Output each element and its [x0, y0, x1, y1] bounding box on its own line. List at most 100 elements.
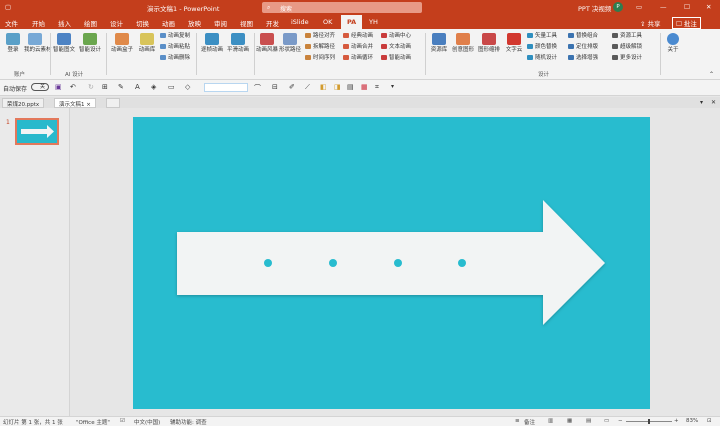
doc-tab-2[interactable]: 演示文稿1 × — [54, 98, 96, 108]
tab-ok[interactable]: OK — [323, 18, 332, 26]
tab-pa[interactable]: PA — [341, 15, 363, 29]
minimize-icon[interactable]: — — [660, 3, 667, 11]
tab-design[interactable]: 设计 — [110, 18, 123, 28]
frame-anim-button[interactable]: 逐帧动画 — [200, 33, 224, 53]
language[interactable]: 中文(中国) — [134, 418, 160, 426]
new-tab-button[interactable] — [106, 98, 120, 108]
more-design-button[interactable]: 更多设计 — [612, 55, 642, 62]
shape-shrink-button[interactable]: 图形缩排 — [477, 33, 501, 53]
slide-thumbnail[interactable] — [15, 118, 59, 145]
save-icon[interactable]: ▣ — [55, 83, 62, 91]
anim-delete-button[interactable]: 动画删除 — [160, 55, 190, 62]
tabs-close-icon[interactable]: ✕ — [711, 99, 716, 106]
group-icon[interactable]: ◧ — [320, 83, 327, 91]
spellcheck-icon[interactable]: ☑ — [120, 418, 125, 424]
tab-review[interactable]: 审阅 — [214, 18, 227, 28]
anim-storm-button[interactable]: 动画风暴 — [256, 33, 278, 53]
autosave-toggle[interactable]: 关 — [31, 83, 49, 91]
time-sequence-button[interactable]: 时间序列 — [305, 55, 335, 62]
select-enhance-button[interactable]: 选择增强 — [568, 55, 598, 62]
search-box[interactable]: ⌕ 搜索 — [262, 2, 422, 13]
anim-paste-button[interactable]: 动画粘贴 — [160, 44, 190, 51]
zoom-level[interactable]: 83% — [686, 418, 698, 424]
anim-center-button[interactable]: 动画中心 — [381, 33, 411, 40]
eyedropper-icon[interactable]: ⟋ — [305, 83, 310, 92]
redo-icon[interactable]: ↻ — [88, 83, 94, 91]
text-color-icon[interactable]: A — [135, 83, 140, 91]
slide-sorter-icon[interactable]: ▦ — [567, 418, 572, 424]
zoom-out-icon[interactable]: − — [618, 418, 623, 424]
fill-color-icon[interactable]: ◈ — [151, 83, 156, 91]
tab-view[interactable]: 视图 — [240, 18, 253, 28]
super-unlock-button[interactable]: 超级解锁 — [612, 44, 642, 51]
split-path-button[interactable]: 拆解路径 — [305, 44, 335, 51]
path-align-button[interactable]: 路径对齐 — [305, 33, 335, 40]
zoom-in-icon[interactable]: + — [674, 418, 679, 424]
word-cloud-button[interactable]: 文字云 — [503, 33, 525, 53]
maximize-icon[interactable]: ☐ — [684, 3, 690, 11]
random-design-button[interactable]: 随机设计 — [527, 55, 557, 62]
collapse-ribbon-icon[interactable]: ⌃ — [709, 71, 714, 78]
avatar[interactable]: P — [613, 2, 623, 12]
smart-design-button[interactable]: 智能设计 — [78, 33, 102, 53]
picture-icon[interactable]: ▦ — [361, 83, 368, 91]
format-painter-icon[interactable]: ✎ — [118, 83, 124, 91]
arrow-dot[interactable] — [458, 259, 466, 267]
arrow-dot[interactable] — [264, 259, 272, 267]
align-icon[interactable]: ⊟ — [272, 83, 278, 91]
bring-front-icon[interactable]: ▤ — [347, 83, 354, 91]
more-commands-icon[interactable]: ▾ — [391, 83, 394, 90]
fit-slide-icon[interactable]: ⊡ — [707, 418, 712, 424]
smooth-anim-button[interactable]: 平滑动画 — [226, 33, 250, 53]
anim-box-button[interactable]: 动画盒子 — [110, 33, 134, 53]
ungroup-icon[interactable]: ◨ — [334, 83, 341, 91]
tab-file[interactable]: 文件 — [5, 18, 18, 28]
resource-tools-button[interactable]: 资源工具 — [612, 33, 642, 40]
resource-library-button[interactable]: 资源库 — [428, 33, 450, 53]
doc-tab-1[interactable]: 荣煤20.pptx — [2, 98, 45, 108]
user-name[interactable]: PPT 决视频 — [578, 3, 611, 13]
smart-anim-button[interactable]: 智能动画 — [381, 55, 411, 62]
right-arrow-shape[interactable] — [177, 200, 605, 325]
arrow-dot[interactable] — [329, 259, 337, 267]
tab-slideshow[interactable]: 放映 — [188, 18, 201, 28]
color-replace-button[interactable]: 颜色替换 — [527, 44, 557, 51]
normal-view-icon[interactable]: ▥ — [548, 418, 553, 424]
shape-path-button[interactable]: 形状路径 — [279, 33, 301, 53]
anim-merge-button[interactable]: 动画合并 — [343, 44, 373, 51]
accessibility[interactable]: 辅助功能: 调查 — [170, 418, 207, 426]
anim-copy-button[interactable]: 动画复制 — [160, 33, 190, 40]
classic-anim-button[interactable]: 经典动画 — [343, 33, 373, 40]
arrow-dot[interactable] — [394, 259, 402, 267]
comments-button[interactable]: ☐ 批注 — [672, 17, 701, 29]
vector-tools-button[interactable]: 矢量工具 — [527, 33, 557, 40]
crop-icon[interactable]: ⌗ — [375, 83, 379, 92]
anim-loop-button[interactable]: 动画循环 — [343, 55, 373, 62]
tab-yh[interactable]: YH — [369, 18, 378, 26]
tab-islide[interactable]: iSlide — [291, 18, 309, 26]
font-size-combo[interactable] — [204, 83, 248, 92]
autosave-icon[interactable]: ▢ — [5, 3, 11, 11]
login-button[interactable]: 登录 — [3, 33, 23, 53]
anim-library-button[interactable]: 动画库 — [136, 33, 158, 53]
ribbon-display-icon[interactable]: ▭ — [636, 3, 642, 11]
tab-animations[interactable]: 动画 — [162, 18, 175, 28]
cloud-assets-button[interactable]: 我的云素材 — [24, 33, 52, 53]
slide[interactable] — [133, 117, 650, 409]
start-show-icon[interactable]: ⊞ — [102, 83, 108, 91]
about-button[interactable]: 关于 — [664, 33, 682, 53]
position-layout-button[interactable]: 定位排版 — [568, 44, 598, 51]
undo-icon[interactable]: ↶ — [70, 83, 76, 91]
creative-shape-button[interactable]: 创意图形 — [451, 33, 475, 53]
replace-combo-button[interactable]: 替换组合 — [568, 33, 598, 40]
pen-icon[interactable]: ✐ — [289, 83, 295, 91]
reading-view-icon[interactable]: ▤ — [586, 418, 591, 424]
tab-home[interactable]: 开始 — [32, 18, 45, 28]
smart-graphic-button[interactable]: 智能图文 — [52, 33, 76, 53]
tab-transitions[interactable]: 切换 — [136, 18, 149, 28]
shape-outline-icon[interactable]: ▭ — [168, 83, 175, 91]
close-icon[interactable]: ✕ — [706, 3, 711, 11]
share-button[interactable]: ⇪ 共享 — [640, 18, 661, 28]
notes-button[interactable]: 备注 — [524, 418, 535, 426]
text-anim-button[interactable]: 文本动画 — [381, 44, 411, 51]
